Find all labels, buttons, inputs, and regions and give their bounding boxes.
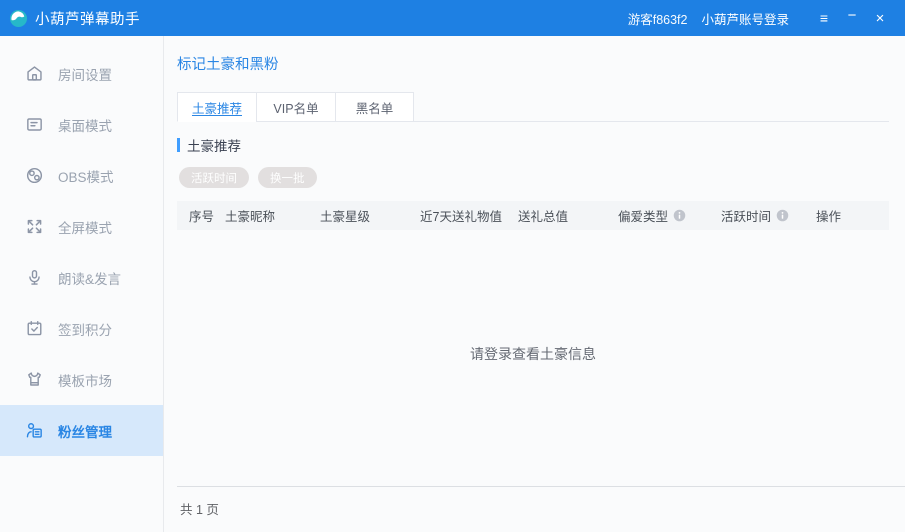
window-icon (24, 115, 44, 135)
main-content: 标记土豪和黑粉 土豪推荐 VIP名单 黑名单 土豪推荐 (164, 36, 905, 532)
info-icon[interactable] (673, 209, 686, 222)
tab-blacklist[interactable]: 黑名单 (335, 92, 414, 122)
pagination-info: 共 1 页 (177, 499, 905, 518)
column-header-index: 序号 (177, 206, 225, 225)
sidebar-item-label: 朗读&发言 (58, 268, 121, 288)
sidebar-item-label: 房间设置 (58, 64, 112, 84)
table-footer: 共 1 页 (177, 486, 905, 532)
tab-label: 土豪推荐 (192, 98, 242, 117)
column-header-gift-7days: 近7天送礼物值 (420, 206, 518, 225)
main-inner: 标记土豪和黑粉 土豪推荐 VIP名单 黑名单 土豪推荐 (164, 36, 905, 532)
column-label: 操作 (816, 206, 841, 225)
calendar-check-icon (24, 319, 44, 339)
column-header-star-level: 土豪星级 (320, 206, 420, 225)
sidebar-item-label: 模板市场 (58, 370, 112, 390)
tab-vip-list[interactable]: VIP名单 (256, 92, 335, 122)
refresh-batch-label: 换一批 (270, 170, 305, 186)
tab-label: VIP名单 (273, 98, 318, 117)
fullscreen-icon (24, 217, 44, 237)
titlebar-actions: 游客f863f2 小葫芦账号登录 ≡ − × (628, 5, 893, 31)
column-header-gift-total: 送礼总值 (518, 206, 618, 225)
window-body: 房间设置 桌面模式 (0, 36, 905, 532)
guest-name-label: 游客f863f2 (628, 9, 688, 28)
sidebar-item-label: 全屏模式 (58, 217, 112, 237)
filter-button-row: 活跃时间 换一批 (179, 167, 905, 188)
obs-icon (24, 166, 44, 186)
active-time-label: 活跃时间 (191, 170, 237, 186)
sidebar-item-fullscreen-mode[interactable]: 全屏模式 (0, 201, 163, 252)
sidebar-item-label: OBS模式 (58, 166, 114, 186)
globe-logo-icon (8, 8, 28, 28)
column-label: 活跃时间 (721, 206, 771, 225)
tab-bar: 土豪推荐 VIP名单 黑名单 (177, 92, 905, 122)
microphone-icon (24, 268, 44, 288)
app-title: 小葫芦弹幕助手 (35, 8, 140, 29)
title-bar: 小葫芦弹幕助手 游客f863f2 小葫芦账号登录 ≡ − × (0, 0, 905, 36)
tab-label: 黑名单 (356, 98, 394, 117)
sidebar-item-template-market[interactable]: 模板市场 (0, 354, 163, 405)
tycoon-table: 序号 土豪昵称 土豪星级 近7天送礼物值 送礼总值 (177, 201, 889, 486)
section-title-label: 土豪推荐 (187, 135, 241, 155)
active-time-button[interactable]: 活跃时间 (179, 167, 249, 188)
column-header-preference-type: 偏爱类型 (618, 206, 721, 225)
refresh-batch-button[interactable]: 换一批 (258, 167, 317, 188)
column-header-nickname: 土豪昵称 (225, 206, 320, 225)
sidebar-item-room-settings[interactable]: 房间设置 (0, 48, 163, 99)
hamburger-menu-icon[interactable]: ≡ (811, 5, 837, 31)
column-header-operation: 操作 (805, 206, 865, 225)
column-label: 送礼总值 (518, 206, 568, 225)
empty-state-message: 请登录查看土豪信息 (470, 344, 596, 364)
sidebar-item-read-and-speak[interactable]: 朗读&发言 (0, 252, 163, 303)
column-label: 偏爱类型 (618, 206, 668, 225)
sidebar-item-desktop-mode[interactable]: 桌面模式 (0, 99, 163, 150)
tab-tycoon-recommend[interactable]: 土豪推荐 (177, 92, 256, 122)
sidebar: 房间设置 桌面模式 (0, 36, 164, 532)
column-header-active-time: 活跃时间 (721, 206, 805, 225)
minimize-icon[interactable]: − (839, 5, 865, 31)
shirt-icon (24, 370, 44, 390)
column-label: 序号 (189, 206, 214, 225)
close-icon[interactable]: × (867, 5, 893, 31)
column-label: 土豪星级 (320, 206, 370, 225)
sidebar-item-label: 签到积分 (58, 319, 112, 339)
home-icon (24, 64, 44, 84)
sidebar-item-label: 桌面模式 (58, 115, 112, 135)
fans-icon (24, 421, 44, 441)
app-window: 小葫芦弹幕助手 游客f863f2 小葫芦账号登录 ≡ − × 房间设置 (0, 0, 905, 532)
section-accent-bar (177, 138, 180, 152)
table-body: 请登录查看土豪信息 (177, 230, 889, 486)
sidebar-item-checkin-points[interactable]: 签到积分 (0, 303, 163, 354)
column-label: 土豪昵称 (225, 206, 275, 225)
sidebar-item-label: 粉丝管理 (58, 421, 112, 441)
info-icon[interactable] (776, 209, 789, 222)
section-title: 土豪推荐 (177, 135, 905, 155)
page-title: 标记土豪和黑粉 (164, 36, 905, 74)
account-login-button[interactable]: 小葫芦账号登录 (701, 9, 789, 28)
table-header-row: 序号 土豪昵称 土豪星级 近7天送礼物值 送礼总值 (177, 201, 889, 230)
sidebar-item-obs-mode[interactable]: OBS模式 (0, 150, 163, 201)
sidebar-item-fans-management[interactable]: 粉丝管理 (0, 405, 163, 456)
column-label: 近7天送礼物值 (420, 206, 502, 225)
